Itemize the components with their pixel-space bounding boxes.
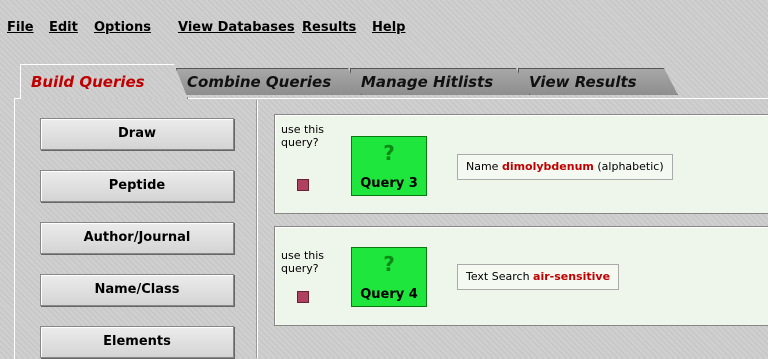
menu-options[interactable]: Options [94,20,151,35]
question-icon: ? [383,252,395,276]
menu-edit[interactable]: Edit [49,20,78,35]
query-row-3: use this query? ? Query 3 Name dimolybde… [274,114,768,214]
panel-divider [256,100,257,358]
use-query-checkbox[interactable] [297,179,309,191]
tab-bar: Build Queries Combine Queries Manage Hit… [18,64,738,98]
use-query-label: use this query? [281,123,325,149]
query-term: dimolybdenum [501,160,594,173]
query-3-box[interactable]: ? Query 3 [351,136,427,196]
elements-button[interactable]: Elements [40,326,234,358]
query-summary[interactable]: Text Search air-sensitive [457,264,620,290]
tab-build-queries[interactable]: Build Queries [20,64,188,99]
tab-manage-hitlists[interactable]: Manage Hitlists [350,68,530,95]
query-label: Query 3 [360,176,418,191]
query-note: (alphabetic) [593,160,664,173]
tab-combine-queries[interactable]: Combine Queries [176,68,362,95]
query-4-box[interactable]: ? Query 4 [351,247,427,307]
use-query-label: use this query? [281,249,325,275]
query-term: air-sensitive [533,270,611,283]
menu-view-databases[interactable]: View Databases [178,20,295,35]
menu-help[interactable]: Help [372,20,405,35]
use-query-checkbox[interactable] [297,291,309,303]
query-row-4: use this query? ? Query 4 Text Search ai… [274,226,768,326]
query-label: Query 4 [360,287,418,302]
draw-button[interactable]: Draw [40,118,234,150]
query-type: Text Search [466,270,534,283]
tab-view-results[interactable]: View Results [518,68,678,95]
query-type: Name [466,160,502,173]
name-class-button[interactable]: Name/Class [40,274,234,306]
menu-results[interactable]: Results [302,20,356,35]
query-summary[interactable]: Name dimolybdenum (alphabetic) [457,154,673,180]
peptide-button[interactable]: Peptide [40,170,234,202]
author-journal-button[interactable]: Author/Journal [40,222,234,254]
menu-file[interactable]: File [7,20,34,35]
menu-bar: File Edit Options View Databases Results… [0,0,768,58]
question-icon: ? [383,141,395,165]
